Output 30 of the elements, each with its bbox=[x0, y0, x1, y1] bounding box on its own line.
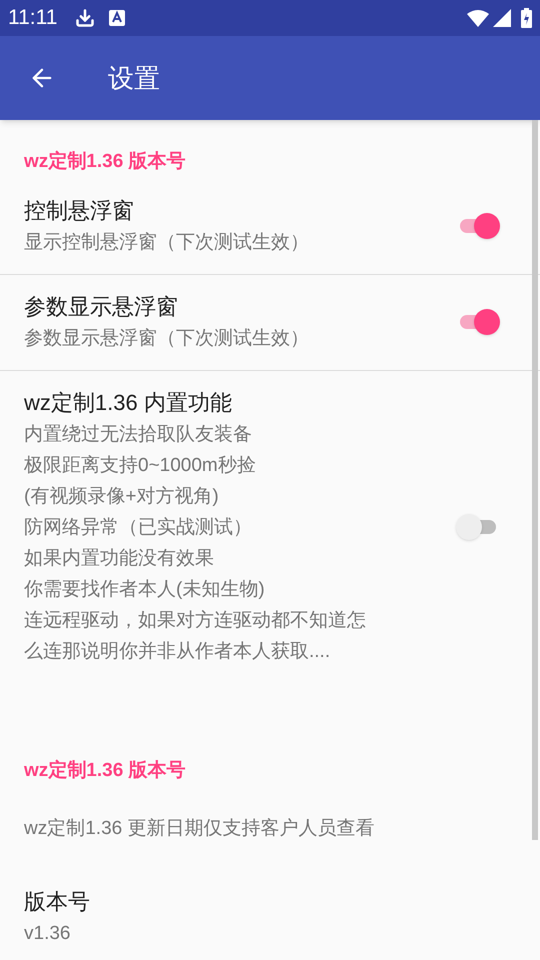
preference-title: 参数显示悬浮窗 bbox=[24, 292, 179, 320]
wifi-icon bbox=[467, 9, 489, 27]
keyboard-icon bbox=[109, 10, 126, 26]
preference-summary: 如果内置功能没有效果 bbox=[24, 546, 215, 570]
preference-summary: 防网络异常（已实战测试） bbox=[24, 516, 253, 540]
preference-summary: 你需要找作者本人(未知生物) bbox=[24, 578, 266, 602]
preference-title: 版本号 bbox=[24, 888, 91, 916]
preference-summary: 内置绕过无法拾取队友装备 bbox=[24, 422, 253, 446]
preference-summary: 显示控制悬浮窗（下次测试生效） bbox=[24, 230, 310, 254]
preference-summary: 么连那说明你并非从作者本人获取.... bbox=[24, 640, 332, 664]
section-header: wz定制1.36 版本号 bbox=[23, 150, 187, 174]
signal-icon bbox=[493, 9, 511, 27]
preference-summary: wz定制1.36 更新日期仅支持客户人员查看 bbox=[24, 817, 376, 841]
battery-icon bbox=[521, 8, 532, 28]
status-time: 11:11 bbox=[8, 5, 58, 32]
preference-summary: v1.36 bbox=[24, 922, 72, 946]
preference-summary: 连远程驱动，如果对方连驱动都不知道怎 bbox=[24, 608, 367, 632]
preference-row[interactable]: wz定制1.36 内置功能 内置绕过无法拾取队友装备 极限距离支持0~1000m秒捡 (有视频录像+对方视角) 防网络异常（已实战测试） 如果内置功能没有效果 你需要找作者本人(未知生物) 连远程驱动，如果对方连驱动都不知道怎 么连那说明你并非从作者本人获取.... bbox=[0, 370, 540, 682]
preference-row[interactable]: wz定制1.36 更新日期仅支持客户人员查看 bbox=[0, 799, 540, 878]
preference-summary: 极限距离支持0~1000m秒捡 bbox=[24, 454, 257, 478]
download-icon bbox=[75, 8, 96, 28]
section-header: wz定制1.36 版本号 bbox=[23, 758, 187, 782]
preference-title: wz定制1.36 内置功能 bbox=[24, 388, 233, 416]
preference-summary: (有视频录像+对方视角) bbox=[24, 484, 220, 508]
preference-title: 控制悬浮窗 bbox=[24, 196, 135, 224]
preference-summary: 参数显示悬浮窗（下次测试生效） bbox=[24, 326, 310, 350]
toolbar-title: 设置 bbox=[108, 62, 160, 94]
preference-row[interactable]: 控制悬浮窗 显示控制悬浮窗（下次测试生效） bbox=[0, 190, 540, 274]
preference-row[interactable]: 参数显示悬浮窗 参数显示悬浮窗（下次测试生效） bbox=[0, 274, 540, 370]
preference-row[interactable]: 版本号 v1.36 bbox=[0, 878, 540, 949]
